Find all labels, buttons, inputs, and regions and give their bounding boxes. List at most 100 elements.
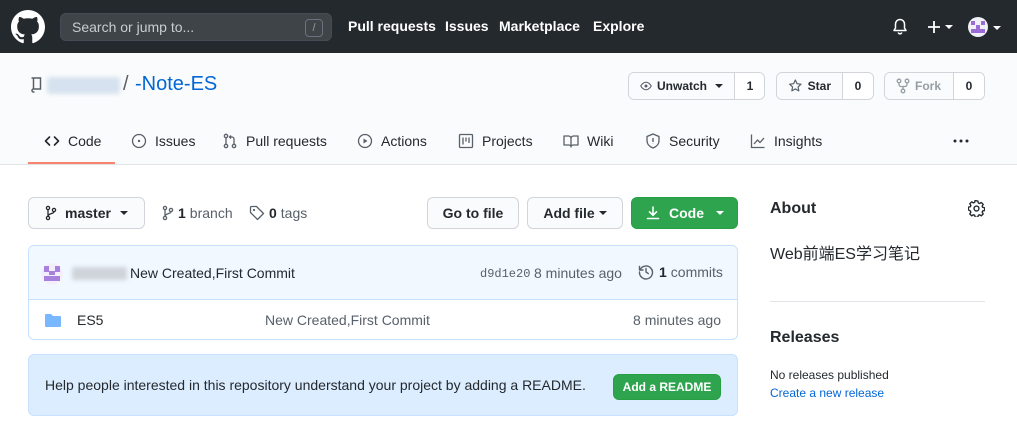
plus-icon: [928, 21, 940, 33]
tab-code[interactable]: Code: [44, 116, 101, 165]
tag-word: tags: [280, 205, 308, 221]
code-icon: [44, 135, 60, 146]
repo-name-link[interactable]: -Note-ES: [135, 73, 217, 96]
code-button-label: Code: [669, 205, 704, 221]
branch-icon: [162, 205, 174, 221]
tab-insights[interactable]: Insights: [750, 116, 822, 165]
repo-icon: [31, 77, 42, 93]
tab-label: Wiki: [587, 132, 614, 149]
tab-label: Actions: [381, 132, 427, 149]
search-input[interactable]: [61, 14, 301, 40]
selected-tab-indicator: [28, 162, 115, 164]
branch-select-button[interactable]: master: [28, 197, 145, 229]
play-icon: [357, 133, 373, 148]
branch-name: master: [65, 205, 111, 221]
author-avatar[interactable]: [41, 263, 63, 285]
releases-heading[interactable]: Releases: [770, 329, 839, 347]
tags-link[interactable]: 0 tags: [249, 205, 307, 221]
commit-count: 1: [659, 264, 667, 280]
commit-author-blurred[interactable]: [72, 267, 127, 280]
star-button[interactable]: Star: [777, 73, 843, 99]
create-new-dropdown[interactable]: [926, 18, 954, 36]
github-logo-icon[interactable]: [11, 10, 45, 44]
latest-commit-row: New Created,First Commit d9d1e20 8 minut…: [29, 246, 737, 300]
pull-request-icon: [223, 133, 237, 148]
branches-link[interactable]: 1 branch: [162, 205, 233, 221]
repo-path-separator: /: [123, 73, 129, 95]
book-icon: [563, 134, 579, 148]
tab-pull-requests[interactable]: Pull requests: [222, 116, 327, 165]
no-releases-text: No releases published: [770, 368, 889, 382]
add-readme-button[interactable]: Add a README: [613, 374, 721, 400]
eye-icon: [640, 81, 652, 91]
branch-word: branch: [189, 205, 233, 221]
branch-icon: [45, 205, 57, 221]
tab-label: Code: [68, 132, 102, 149]
star-count[interactable]: 0: [843, 73, 873, 99]
global-header: / Pull requests Issues Marketplace Explo…: [0, 0, 1017, 53]
star-button-group: Star 0: [776, 72, 874, 100]
tab-actions[interactable]: Actions: [357, 116, 427, 165]
commits-history-link[interactable]: 1 commits: [638, 264, 723, 280]
list-item[interactable]: ES5 New Created,First Commit 8 minutes a…: [29, 301, 737, 339]
fork-icon: [896, 78, 910, 94]
fork-button[interactable]: Fork: [885, 73, 954, 99]
sidebar-divider: [770, 301, 985, 302]
fork-button-group: Fork 0: [884, 72, 985, 100]
nav-marketplace[interactable]: Marketplace: [499, 18, 580, 34]
search-box[interactable]: /: [60, 13, 332, 41]
tab-issues[interactable]: Issues: [131, 116, 195, 165]
unwatch-button[interactable]: Unwatch: [629, 73, 735, 99]
project-icon: [458, 133, 474, 148]
tab-projects[interactable]: Projects: [458, 116, 533, 165]
readme-prompt-text: Help people interested in this repositor…: [45, 377, 586, 393]
code-download-button[interactable]: Code: [631, 197, 738, 229]
latest-commit-message[interactable]: New Created,First Commit: [130, 265, 295, 281]
repo-header: / -Note-ES Unwatch 1 Star 0 Fork 0 Code …: [0, 53, 1017, 165]
chevron-down-icon: [945, 25, 953, 29]
unwatch-label: Unwatch: [656, 79, 707, 93]
file-commit-message[interactable]: New Created,First Commit: [265, 312, 430, 328]
tab-label: Issues: [155, 132, 196, 149]
tab-security[interactable]: Security: [645, 116, 720, 165]
watch-button-group: Unwatch 1: [628, 72, 765, 100]
nav-explore[interactable]: Explore: [593, 18, 644, 34]
create-release-link[interactable]: Create a new release: [770, 386, 884, 400]
commit-sha[interactable]: d9d1e20: [480, 267, 530, 281]
go-to-file-button[interactable]: Go to file: [427, 197, 519, 229]
graph-icon: [750, 134, 765, 148]
chevron-down-icon: [993, 26, 1001, 30]
tag-icon: [249, 205, 265, 221]
file-browser: New Created,First Commit d9d1e20 8 minut…: [28, 245, 738, 340]
more-tabs-button[interactable]: [952, 116, 978, 165]
add-file-button[interactable]: Add file: [527, 197, 623, 229]
chevron-down-icon: [598, 211, 607, 215]
star-label: Star: [807, 79, 831, 93]
bell-icon[interactable]: [892, 18, 908, 36]
branch-count: 1: [178, 205, 186, 221]
nav-issues[interactable]: Issues: [445, 18, 489, 34]
tab-label: Pull requests: [246, 132, 327, 149]
readme-prompt: Help people interested in this repositor…: [28, 354, 738, 416]
fork-count[interactable]: 0: [954, 73, 984, 99]
tab-label: Insights: [774, 132, 823, 149]
chevron-down-icon: [119, 211, 128, 215]
avatar: [968, 17, 988, 37]
file-name-link[interactable]: ES5: [77, 312, 103, 328]
chevron-down-icon: [715, 84, 723, 88]
watch-count[interactable]: 1: [735, 73, 764, 99]
commit-time: 8 minutes ago: [534, 265, 622, 281]
tab-label: Security: [669, 132, 720, 149]
fork-label: Fork: [915, 79, 942, 93]
user-menu[interactable]: [968, 16, 1004, 38]
repo-description: Web前端ES学习笔记: [770, 246, 920, 263]
repo-owner-blurred[interactable]: [47, 77, 120, 94]
tab-label: Projects: [482, 132, 533, 149]
gear-icon[interactable]: [968, 200, 985, 217]
folder-icon: [45, 314, 61, 327]
file-commit-time: 8 minutes ago: [633, 312, 721, 328]
chevron-down-icon: [716, 211, 724, 215]
nav-pull-requests[interactable]: Pull requests: [348, 18, 436, 34]
issue-icon: [131, 133, 147, 148]
tab-wiki[interactable]: Wiki: [563, 116, 613, 165]
